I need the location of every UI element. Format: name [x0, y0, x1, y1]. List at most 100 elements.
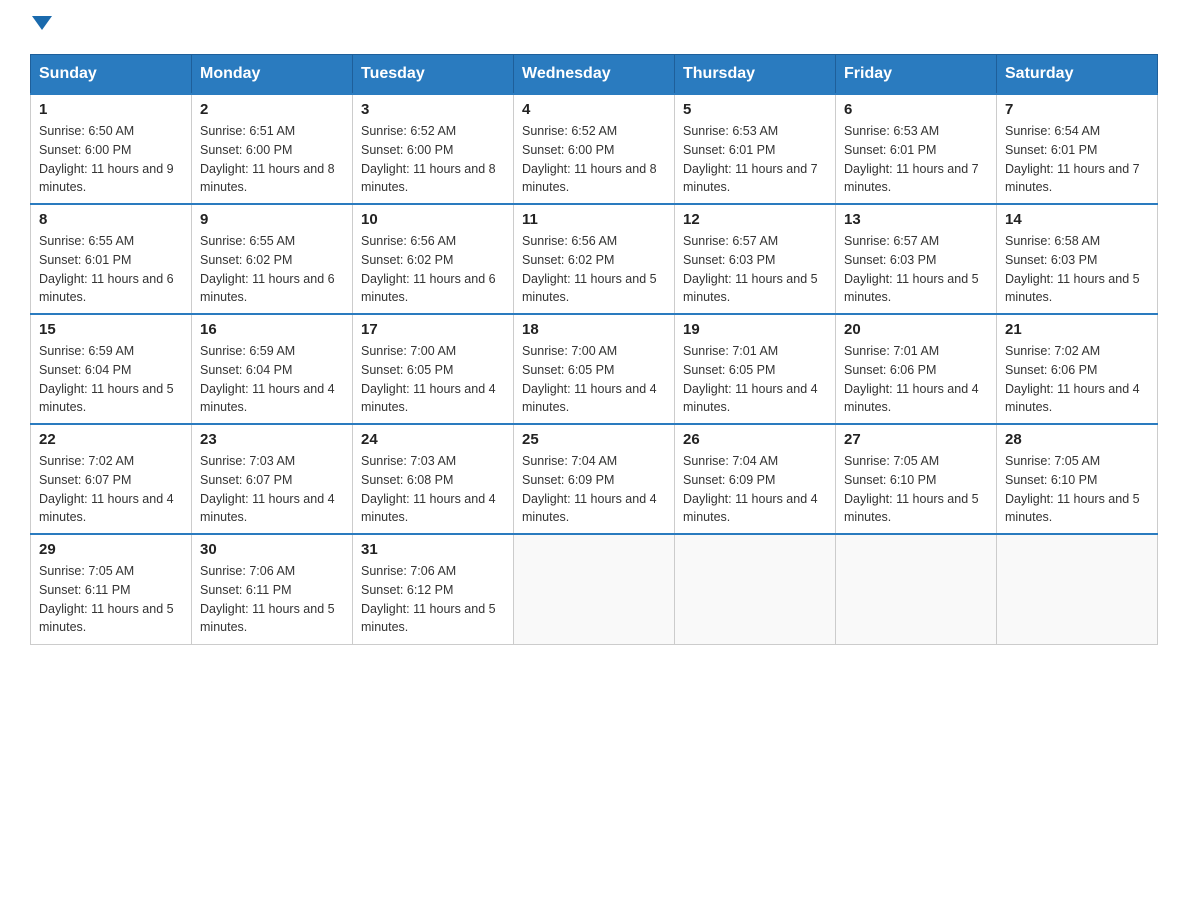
day-info: Sunrise: 7:04 AMSunset: 6:09 PMDaylight:…: [522, 452, 666, 527]
day-number: 26: [683, 431, 827, 448]
calendar-cell: 18Sunrise: 7:00 AMSunset: 6:05 PMDayligh…: [514, 314, 675, 424]
day-info: Sunrise: 7:05 AMSunset: 6:10 PMDaylight:…: [844, 452, 988, 527]
day-info: Sunrise: 6:51 AMSunset: 6:00 PMDaylight:…: [200, 122, 344, 197]
weekday-header-friday: Friday: [836, 55, 997, 95]
weekday-header-monday: Monday: [192, 55, 353, 95]
day-info: Sunrise: 6:53 AMSunset: 6:01 PMDaylight:…: [683, 122, 827, 197]
calendar-cell: 16Sunrise: 6:59 AMSunset: 6:04 PMDayligh…: [192, 314, 353, 424]
day-info: Sunrise: 6:56 AMSunset: 6:02 PMDaylight:…: [361, 232, 505, 307]
day-info: Sunrise: 7:03 AMSunset: 6:07 PMDaylight:…: [200, 452, 344, 527]
day-info: Sunrise: 6:54 AMSunset: 6:01 PMDaylight:…: [1005, 122, 1149, 197]
day-number: 18: [522, 321, 666, 338]
day-info: Sunrise: 7:02 AMSunset: 6:07 PMDaylight:…: [39, 452, 183, 527]
day-info: Sunrise: 6:52 AMSunset: 6:00 PMDaylight:…: [522, 122, 666, 197]
weekday-header-wednesday: Wednesday: [514, 55, 675, 95]
calendar-cell: 15 Sunrise: 6:59 AMSunset: 6:04 PMDayligh…: [31, 314, 192, 424]
day-info: Sunrise: 6:52 AMSunset: 6:00 PMDaylight:…: [361, 122, 505, 197]
day-number: 27: [844, 431, 988, 448]
calendar-cell: 22 Sunrise: 7:02 AMSunset: 6:07 PMDayligh…: [31, 424, 192, 534]
day-number: 16: [200, 321, 344, 338]
calendar-cell: 11Sunrise: 6:56 AMSunset: 6:02 PMDayligh…: [514, 204, 675, 314]
day-info: Sunrise: 7:02 AMSunset: 6:06 PMDaylight:…: [1005, 342, 1149, 417]
week-row-5: 29 Sunrise: 7:05 AMSunset: 6:11 PMDayligh…: [31, 534, 1158, 644]
day-info: Sunrise: 6:53 AMSunset: 6:01 PMDaylight:…: [844, 122, 988, 197]
day-info: Sunrise: 6:57 AMSunset: 6:03 PMDaylight:…: [844, 232, 988, 307]
week-row-2: 8 Sunrise: 6:55 AMSunset: 6:01 PMDaylight…: [31, 204, 1158, 314]
day-info: Sunrise: 6:56 AMSunset: 6:02 PMDaylight:…: [522, 232, 666, 307]
day-number: 2: [200, 101, 344, 118]
day-number: 4: [522, 101, 666, 118]
day-info: Sunrise: 7:01 AMSunset: 6:06 PMDaylight:…: [844, 342, 988, 417]
calendar-cell: 30 Sunrise: 7:06 AMSunset: 6:11 PMDayligh…: [192, 534, 353, 644]
calendar-cell: [997, 534, 1158, 644]
page-header: [30, 20, 1158, 34]
day-number: 8: [39, 211, 183, 228]
calendar-cell: 3 Sunrise: 6:52 AMSunset: 6:00 PMDaylight…: [353, 94, 514, 204]
calendar-cell: 20 Sunrise: 7:01 AMSunset: 6:06 PMDayligh…: [836, 314, 997, 424]
day-info: Sunrise: 7:06 AMSunset: 6:11 PMDaylight:…: [200, 562, 344, 637]
calendar-cell: [836, 534, 997, 644]
weekday-header-thursday: Thursday: [675, 55, 836, 95]
logo-triangle-icon: [32, 16, 52, 30]
day-number: 3: [361, 101, 505, 118]
day-info: Sunrise: 6:59 AMSunset: 6:04 PMDaylight:…: [39, 342, 183, 417]
calendar-cell: 12 Sunrise: 6:57 AMSunset: 6:03 PMDayligh…: [675, 204, 836, 314]
day-number: 20: [844, 321, 988, 338]
day-number: 9: [200, 211, 344, 228]
calendar-cell: 17 Sunrise: 7:00 AMSunset: 6:05 PMDayligh…: [353, 314, 514, 424]
weekday-header-row: SundayMondayTuesdayWednesdayThursdayFrid…: [31, 55, 1158, 95]
calendar-cell: 2 Sunrise: 6:51 AMSunset: 6:00 PMDaylight…: [192, 94, 353, 204]
calendar-cell: 23 Sunrise: 7:03 AMSunset: 6:07 PMDayligh…: [192, 424, 353, 534]
calendar-cell: 6 Sunrise: 6:53 AMSunset: 6:01 PMDaylight…: [836, 94, 997, 204]
day-info: Sunrise: 6:55 AMSunset: 6:02 PMDaylight:…: [200, 232, 344, 307]
day-info: Sunrise: 7:00 AMSunset: 6:05 PMDaylight:…: [361, 342, 505, 417]
calendar-cell: 5 Sunrise: 6:53 AMSunset: 6:01 PMDaylight…: [675, 94, 836, 204]
calendar-cell: 26 Sunrise: 7:04 AMSunset: 6:09 PMDayligh…: [675, 424, 836, 534]
calendar-cell: 27 Sunrise: 7:05 AMSunset: 6:10 PMDayligh…: [836, 424, 997, 534]
calendar-table: SundayMondayTuesdayWednesdayThursdayFrid…: [30, 54, 1158, 645]
week-row-4: 22 Sunrise: 7:02 AMSunset: 6:07 PMDayligh…: [31, 424, 1158, 534]
day-number: 15: [39, 321, 183, 338]
day-info: Sunrise: 7:01 AMSunset: 6:05 PMDaylight:…: [683, 342, 827, 417]
calendar-cell: 13 Sunrise: 6:57 AMSunset: 6:03 PMDayligh…: [836, 204, 997, 314]
day-number: 30: [200, 541, 344, 558]
weekday-header-sunday: Sunday: [31, 55, 192, 95]
day-number: 13: [844, 211, 988, 228]
day-number: 19: [683, 321, 827, 338]
calendar-cell: 7 Sunrise: 6:54 AMSunset: 6:01 PMDaylight…: [997, 94, 1158, 204]
day-info: Sunrise: 6:50 AMSunset: 6:00 PMDaylight:…: [39, 122, 183, 197]
day-number: 5: [683, 101, 827, 118]
calendar-cell: 1 Sunrise: 6:50 AMSunset: 6:00 PMDaylight…: [31, 94, 192, 204]
day-number: 1: [39, 101, 183, 118]
calendar-cell: [514, 534, 675, 644]
day-info: Sunrise: 7:04 AMSunset: 6:09 PMDaylight:…: [683, 452, 827, 527]
weekday-header-saturday: Saturday: [997, 55, 1158, 95]
calendar-cell: 25Sunrise: 7:04 AMSunset: 6:09 PMDayligh…: [514, 424, 675, 534]
day-number: 23: [200, 431, 344, 448]
calendar-cell: 28Sunrise: 7:05 AMSunset: 6:10 PMDayligh…: [997, 424, 1158, 534]
day-info: Sunrise: 6:55 AMSunset: 6:01 PMDaylight:…: [39, 232, 183, 307]
week-row-3: 15 Sunrise: 6:59 AMSunset: 6:04 PMDayligh…: [31, 314, 1158, 424]
calendar-cell: [675, 534, 836, 644]
week-row-1: 1 Sunrise: 6:50 AMSunset: 6:00 PMDaylight…: [31, 94, 1158, 204]
day-number: 28: [1005, 431, 1149, 448]
day-number: 6: [844, 101, 988, 118]
calendar-cell: 14 Sunrise: 6:58 AMSunset: 6:03 PMDayligh…: [997, 204, 1158, 314]
day-number: 17: [361, 321, 505, 338]
day-number: 12: [683, 211, 827, 228]
day-info: Sunrise: 7:03 AMSunset: 6:08 PMDaylight:…: [361, 452, 505, 527]
day-info: Sunrise: 7:05 AMSunset: 6:11 PMDaylight:…: [39, 562, 183, 637]
day-number: 31: [361, 541, 505, 558]
calendar-cell: 29 Sunrise: 7:05 AMSunset: 6:11 PMDayligh…: [31, 534, 192, 644]
day-number: 22: [39, 431, 183, 448]
day-number: 29: [39, 541, 183, 558]
calendar-cell: 21 Sunrise: 7:02 AMSunset: 6:06 PMDayligh…: [997, 314, 1158, 424]
day-info: Sunrise: 6:57 AMSunset: 6:03 PMDaylight:…: [683, 232, 827, 307]
day-info: Sunrise: 6:58 AMSunset: 6:03 PMDaylight:…: [1005, 232, 1149, 307]
day-info: Sunrise: 7:06 AMSunset: 6:12 PMDaylight:…: [361, 562, 505, 637]
day-number: 21: [1005, 321, 1149, 338]
day-number: 7: [1005, 101, 1149, 118]
logo: [30, 20, 52, 34]
day-number: 14: [1005, 211, 1149, 228]
calendar-cell: 31 Sunrise: 7:06 AMSunset: 6:12 PMDayligh…: [353, 534, 514, 644]
